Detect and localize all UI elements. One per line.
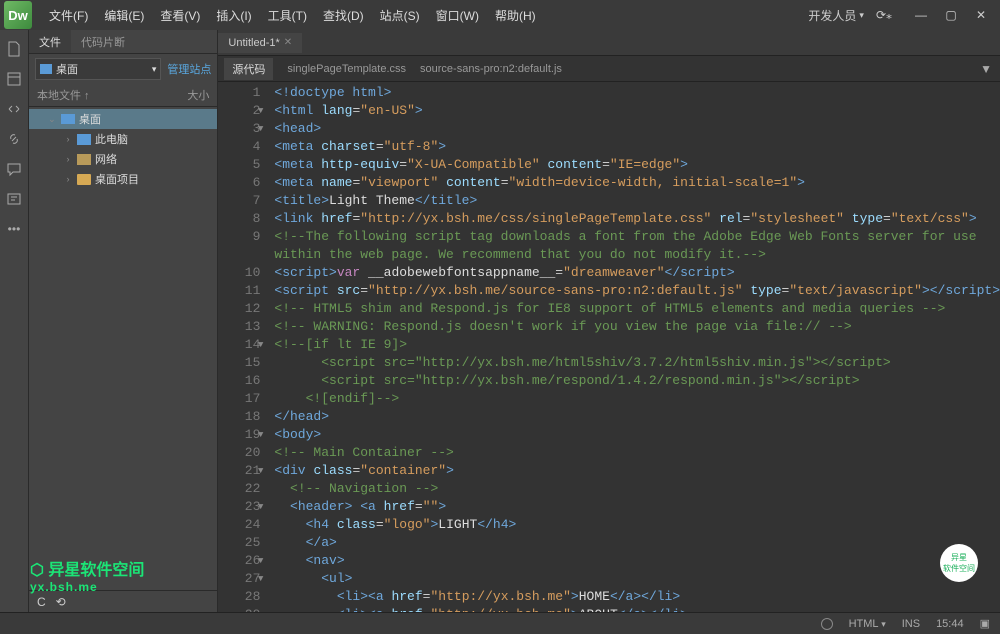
document-tabs: Untitled-1*✕ bbox=[218, 30, 1000, 56]
menu-item[interactable]: 查看(V) bbox=[153, 3, 207, 28]
tool-more-icon[interactable]: ••• bbox=[0, 214, 28, 244]
tree-network[interactable]: ›网络 bbox=[29, 149, 217, 169]
tab-snippets[interactable]: 代码片断 bbox=[71, 30, 135, 53]
maximize-button[interactable]: ▢ bbox=[936, 4, 966, 26]
status-bar: HTML ▾ INS 15:44 ▣ bbox=[0, 612, 1000, 634]
tree-root[interactable]: ⌄桌面 bbox=[29, 109, 217, 129]
title-bar: Dw 文件(F)编辑(E)查看(V)插入(I)工具(T)查找(D)站点(S)窗口… bbox=[0, 0, 1000, 30]
local-files-header[interactable]: 本地文件 ↑ bbox=[37, 87, 90, 103]
editor-subtabs: 源代码 singlePageTemplate.css source-sans-p… bbox=[218, 56, 1000, 82]
files-panel: 文件 代码片断 桌面▾ 管理站点 本地文件 ↑ 大小 ⌄桌面 ›此电脑 ›网络 … bbox=[29, 30, 218, 612]
left-tool-column: ••• bbox=[0, 30, 29, 612]
manage-sites-link[interactable]: 管理站点 bbox=[167, 61, 211, 77]
close-button[interactable]: ✕ bbox=[966, 4, 996, 26]
site-dropdown[interactable]: 桌面▾ bbox=[35, 58, 161, 80]
filter-icon[interactable]: ▼ bbox=[980, 62, 992, 76]
status-ins[interactable]: INS bbox=[902, 618, 920, 630]
network-icon bbox=[77, 154, 91, 165]
menu-item[interactable]: 查找(D) bbox=[316, 3, 371, 28]
tool-file-icon[interactable] bbox=[0, 34, 28, 64]
close-tab-icon[interactable]: ✕ bbox=[284, 37, 292, 48]
menu-item[interactable]: 帮助(H) bbox=[488, 3, 543, 28]
status-error-icon[interactable] bbox=[821, 618, 833, 630]
code-editor[interactable]: 12▼3▼4567891011121314▼1516171819▼2021▼22… bbox=[218, 82, 1000, 612]
panel-bottom-tools: C ⟲ bbox=[29, 590, 217, 612]
tool-c-icon[interactable]: C bbox=[37, 595, 46, 609]
related-css-tab[interactable]: singlePageTemplate.css bbox=[287, 63, 406, 75]
tool-manage-icon[interactable] bbox=[0, 64, 28, 94]
menu-item[interactable]: 文件(F) bbox=[42, 3, 95, 28]
menu-item[interactable]: 窗口(W) bbox=[429, 3, 486, 28]
app-logo: Dw bbox=[4, 1, 32, 29]
minimize-button[interactable]: — bbox=[906, 4, 936, 26]
status-overflow-icon[interactable]: ▣ bbox=[980, 617, 990, 630]
workspace-switcher[interactable]: 开发人员 ▾ bbox=[802, 7, 870, 24]
menu-item[interactable]: 插入(I) bbox=[209, 3, 258, 28]
tool-refresh-icon[interactable]: ⟲ bbox=[56, 595, 66, 609]
tree-project[interactable]: ›桌面项目 bbox=[29, 169, 217, 189]
tool-css-icon[interactable] bbox=[0, 184, 28, 214]
view-source-tab[interactable]: 源代码 bbox=[224, 58, 273, 80]
related-js-tab[interactable]: source-sans-pro:n2:default.js bbox=[420, 63, 562, 75]
line-gutter: 12▼3▼4567891011121314▼1516171819▼2021▼22… bbox=[218, 82, 268, 612]
tab-files[interactable]: 文件 bbox=[29, 30, 71, 53]
folder-icon bbox=[77, 174, 91, 185]
computer-icon bbox=[77, 134, 91, 145]
tool-split-icon[interactable] bbox=[0, 94, 28, 124]
menu-item[interactable]: 编辑(E) bbox=[97, 3, 151, 28]
status-language[interactable]: HTML ▾ bbox=[849, 618, 886, 630]
editor-area: Untitled-1*✕ 源代码 singlePageTemplate.css … bbox=[218, 30, 1000, 612]
code-body[interactable]: <!doctype html><html lang="en-US"><head>… bbox=[268, 82, 1000, 612]
document-tab[interactable]: Untitled-1*✕ bbox=[218, 33, 302, 53]
menu-bar: 文件(F)编辑(E)查看(V)插入(I)工具(T)查找(D)站点(S)窗口(W)… bbox=[42, 3, 543, 28]
tree-computer[interactable]: ›此电脑 bbox=[29, 129, 217, 149]
status-time: 15:44 bbox=[936, 618, 964, 630]
menu-item[interactable]: 站点(S) bbox=[373, 3, 427, 28]
menu-item[interactable]: 工具(T) bbox=[261, 3, 314, 28]
size-header[interactable]: 大小 bbox=[187, 87, 209, 103]
file-tree: ⌄桌面 ›此电脑 ›网络 ›桌面项目 bbox=[29, 107, 217, 590]
tool-link-icon[interactable] bbox=[0, 124, 28, 154]
tool-comment-icon[interactable] bbox=[0, 154, 28, 184]
sync-icon[interactable]: ⟳⁎ bbox=[870, 8, 898, 22]
